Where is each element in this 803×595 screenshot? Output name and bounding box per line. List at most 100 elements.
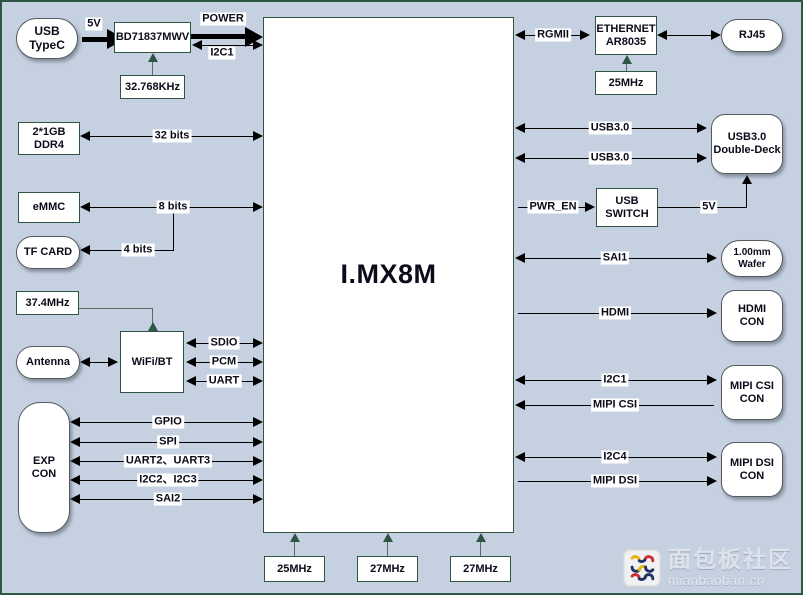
arrow-rgmii-to-soc <box>515 30 525 40</box>
block-pmic-bd71837mwv: BD71837MWV <box>114 22 191 53</box>
exp-con-label: EXP CON <box>31 454 57 480</box>
wire-phy-rj45 <box>660 35 718 36</box>
pmic-label: BD71837MWV <box>115 31 190 44</box>
arrow-pwr-en-to-switch <box>585 202 595 212</box>
label-5v-typec: 5V <box>85 17 103 31</box>
block-usb3-double-deck: USB3.0 Double-Deck <box>711 114 783 174</box>
arrow-rgmii-to-phy <box>580 30 590 40</box>
label-i2c1-pmic: I2C1 <box>208 46 236 60</box>
arrow-sai1-to-soc <box>515 253 525 263</box>
arrow-uart-to-soc <box>253 376 263 386</box>
block-xtal-25mhz: 25MHz <box>264 556 325 582</box>
arrow-usb30a-to-hub <box>697 123 707 133</box>
label-i2c1-csi: I2C1 <box>601 373 629 387</box>
arrow-xtal25-to-soc <box>290 533 300 542</box>
block-emmc: eMMC <box>18 192 80 223</box>
label-hdmi: HDMI <box>598 306 632 320</box>
block-eth-crystal-25mhz: 25MHz <box>595 71 657 95</box>
block-usb-switch: USB SWITCH <box>596 188 658 227</box>
label-usb30-b: USB3.0 <box>588 151 632 165</box>
wafer-label: 1.00mm Wafer <box>733 247 771 270</box>
mianbaoban-logo-icon <box>623 548 661 587</box>
arrow-i2c1csi-to-con <box>707 375 717 385</box>
label-uart23: UART2、UART3 <box>123 454 213 468</box>
arrow-uart23-to-soc <box>253 456 263 466</box>
label-32bits: 32 bits <box>152 129 192 143</box>
arrow-uart23-to-exp <box>70 456 80 466</box>
tf-card-label: TF CARD <box>23 246 73 259</box>
block-ethernet-ar8035: ETHERNET AR8035 <box>595 16 657 55</box>
block-mipi-dsi-con: MIPI DSI CON <box>721 442 783 497</box>
usb3-hub-label: USB3.0 Double-Deck <box>713 131 781 156</box>
block-xtal-37-4mhz: 37.4MHz <box>16 291 79 315</box>
wire-tf-4bits-v <box>173 208 174 251</box>
label-pcm: PCM <box>209 355 239 369</box>
arrow-4bits-to-tf <box>80 245 90 255</box>
label-sai1: SAI1 <box>600 251 630 265</box>
label-i2c23: I2C2、I2C3 <box>137 473 199 487</box>
label-gpio: GPIO <box>152 415 184 429</box>
arrow-ddr-to-mem <box>80 131 90 141</box>
xtal-27a-label: 27MHz <box>370 562 405 575</box>
arrow-pcm-to-wifi <box>186 357 196 367</box>
block-rj45: RJ45 <box>721 19 783 52</box>
arrow-mipicsi-to-soc <box>515 400 525 410</box>
arrow-usb30a-to-soc <box>515 123 525 133</box>
arrow-gpio-to-soc <box>253 417 263 427</box>
emmc-label: eMMC <box>32 201 66 214</box>
label-mipi-dsi: MIPI DSI <box>590 474 640 488</box>
block-diagram-canvas: I.MX8M USB TypeC 5V BD71837MWV POWER I2C… <box>0 0 803 595</box>
eth-crystal-label: 25MHz <box>608 76 644 89</box>
xtal-37-4-label: 37.4MHz <box>25 296 70 309</box>
label-usb30-a: USB3.0 <box>588 121 632 135</box>
arrow-i2c1-to-pmic <box>192 40 202 50</box>
usb-switch-label: USB SWITCH <box>605 194 649 220</box>
label-sdio: SDIO <box>208 336 240 350</box>
watermark-en: mianbaoban.cn <box>668 573 765 588</box>
arrow-emmc-to-mem <box>80 202 90 212</box>
arrow-usb30b-to-hub <box>697 153 707 163</box>
arrow-i2c4-to-con <box>707 452 717 462</box>
wire-xtal25-to-soc <box>294 540 295 557</box>
block-hdmi-con: HDMI CON <box>721 290 783 342</box>
wifi-bt-label: WiFi/BT <box>131 355 173 368</box>
arrow-pcm-to-soc <box>253 357 263 367</box>
xtal-25-label: 25MHz <box>277 562 312 575</box>
wire-rtc-to-pmic <box>152 60 153 76</box>
xtal-27b-label: 27MHz <box>463 562 498 575</box>
soc-label: I.MX8M <box>340 259 437 290</box>
block-exp-con: EXP CON <box>18 402 70 533</box>
arrow-mipidsi-to-con <box>707 476 717 486</box>
arrow-to-phy <box>657 30 667 40</box>
hdmi-con-label: HDMI CON <box>737 303 767 328</box>
wire-power-pmic-soc <box>191 34 247 39</box>
block-usb-typec: USB TypeC <box>16 18 78 59</box>
wire-xtal374-h <box>79 308 153 309</box>
mipi-csi-con-label: MIPI CSI CON <box>729 379 774 405</box>
arrow-xtal27a-to-soc <box>383 533 393 542</box>
arrow-eth-xtal-to-phy <box>622 55 632 64</box>
arrow-to-antenna <box>80 357 90 367</box>
label-switch-5v: 5V <box>700 200 718 214</box>
arrow-i2c23-to-exp <box>70 475 80 485</box>
rj45-label: RJ45 <box>738 29 766 42</box>
watermark: 面包板社区 mianbaoban.cn <box>623 548 793 587</box>
block-wafer-connector: 1.00mm Wafer <box>721 240 783 277</box>
arrow-sdio-to-wifi <box>186 338 196 348</box>
watermark-text: 面包板社区 mianbaoban.cn <box>668 548 793 588</box>
arrow-i2c1-to-soc <box>253 40 263 50</box>
label-spi: SPI <box>157 435 179 449</box>
arrow-rtc-to-pmic <box>148 53 158 62</box>
ddr4-label: 2*1GB DDR4 <box>32 125 66 151</box>
arrow-gpio-to-exp <box>70 417 80 427</box>
label-i2c4: I2C4 <box>601 450 629 464</box>
label-mipi-csi: MIPI CSI <box>590 398 640 412</box>
wire-switch-5v-v <box>746 183 747 208</box>
arrow-i2c1csi-to-soc <box>515 375 525 385</box>
wire-xtal27b-to-soc <box>480 540 481 557</box>
label-4bits: 4 bits <box>121 243 155 257</box>
soc-imx8m: I.MX8M <box>263 17 514 533</box>
block-rtc-crystal: 32.768KHz <box>120 75 185 99</box>
block-xtal-27mhz-b: 27MHz <box>450 556 511 582</box>
block-mipi-csi-con: MIPI CSI CON <box>721 365 783 420</box>
